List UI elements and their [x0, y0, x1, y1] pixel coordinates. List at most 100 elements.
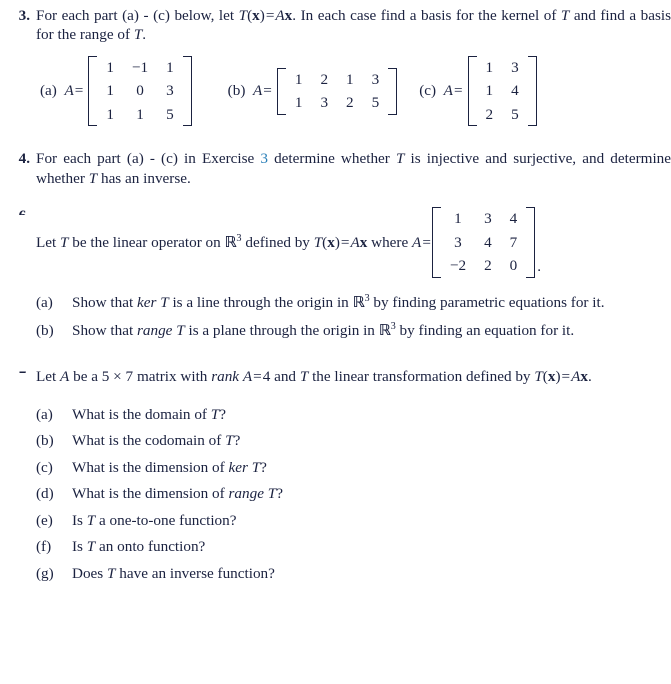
matrix-cell: 1 — [485, 58, 494, 76]
matrix-row: 3 47 — [441, 231, 526, 254]
text: ? — [219, 405, 226, 423]
matrix-a-name: A — [64, 82, 74, 100]
text: Is — [72, 511, 87, 529]
text: the linear transformation defined by — [308, 368, 535, 386]
problem-3-statement: For each part (a) - (c) below, let T(x)=… — [36, 6, 671, 45]
matrix-cell: 0 — [136, 82, 144, 100]
equals-sign: = — [74, 82, 84, 100]
matrix-row: 14 — [477, 79, 528, 102]
subitem-label: (b) — [36, 432, 54, 450]
problem-3-matrices: (a) A= 1 −1 1 103 115 (b) A= 1 2 1 3 1 3… — [36, 55, 671, 127]
matrix-cell: 7 — [509, 233, 518, 251]
text: is a line through the origin in — [168, 293, 353, 311]
bracket-left — [88, 55, 98, 127]
matrix-b-label: (b) — [227, 82, 246, 100]
text: a one-to-one function? — [95, 511, 237, 529]
matrix-row: 1213 — [286, 68, 388, 91]
text: defined by — [241, 233, 314, 251]
text: be the linear operator on — [68, 233, 225, 251]
text: has an inverse. — [97, 169, 191, 187]
matrix-cell: 3 — [484, 210, 492, 228]
problem-7-subitem-g: (g) Does T have an inverse function? — [36, 564, 671, 583]
matrix-cell: 1 — [294, 70, 303, 88]
text: be a 5 × 7 matrix with — [69, 368, 212, 386]
subitem-label: (f) — [36, 538, 52, 556]
trailing-period: . — [537, 258, 542, 276]
text: What is the codomain of — [72, 432, 226, 450]
exercise-reference-link[interactable]: 3 — [260, 150, 268, 167]
text: Let — [36, 233, 61, 251]
math-A-2: A — [242, 368, 253, 386]
math-rank: rank — [211, 368, 240, 386]
math-A: A — [350, 233, 360, 251]
problem-6: 6. Let T be the linear operator on ℝ 3 de… — [0, 206, 671, 340]
problem-6-subitems: (a) Show that ker T is a line through th… — [36, 293, 671, 341]
matrix-cell: 4 — [511, 82, 519, 100]
equals-sign: = — [340, 233, 350, 251]
math-x-vector-2: x — [580, 368, 588, 386]
text: Let — [36, 368, 61, 386]
subitem-label: (a) — [36, 405, 53, 423]
problem-6-statement-row: Let T be the linear operator on ℝ 3 defin… — [36, 206, 671, 278]
problem-4: 4. For each part (a) - (c) in Exercise 3… — [0, 149, 671, 188]
text: ? — [260, 458, 267, 476]
text: ? — [276, 485, 283, 503]
math-T: T — [251, 458, 261, 476]
problem-6-statement-text: Let T be the linear operator on ℝ3 defin… — [36, 233, 432, 252]
math-A-2: A — [412, 233, 422, 251]
math-T-2: T — [88, 169, 98, 187]
text: For each part (a) - (c) in Exercise — [36, 150, 261, 168]
matrix-row: −2 2 0 — [441, 254, 526, 277]
bracket-left — [431, 207, 441, 278]
text: Is — [72, 538, 87, 556]
matrix-row: 1 1 5 — [97, 103, 182, 126]
problem-6-body: Let T be the linear operator on ℝ 3 defin… — [36, 206, 671, 340]
math-x-vector: x — [327, 233, 335, 251]
matrix-cell: −2 — [449, 257, 467, 275]
text: have an inverse function? — [115, 564, 275, 582]
math-ker: ker — [228, 458, 248, 476]
math-ker: ker — [136, 293, 157, 311]
text: . — [142, 26, 147, 44]
matrix-cell: 2 — [320, 70, 329, 88]
equals-sign: = — [265, 7, 275, 24]
matrix-row: 1 34 — [441, 207, 526, 230]
subitem-label: (c) — [36, 458, 53, 476]
bracket-right — [388, 67, 398, 115]
text: Show that — [72, 321, 137, 339]
bracket-right — [526, 207, 536, 278]
problem-3: 3. For each part (a) - (c) below, let T(… — [0, 6, 671, 127]
subitem-text: Is T an onto function? — [72, 538, 205, 555]
subitem-text: Show that ker T is a line through the or… — [72, 293, 671, 312]
matrix-cell: 4 — [509, 210, 518, 228]
equals-sign: = — [422, 233, 431, 251]
bracket-right — [182, 55, 192, 127]
subitem-text: Show that range T is a plane through the… — [72, 321, 671, 340]
math-T: T — [160, 293, 169, 311]
math-T: T — [225, 432, 234, 450]
matrix-cell: 2 — [485, 105, 494, 123]
matrix-cell: 3 — [371, 70, 380, 88]
math-range: range — [136, 321, 173, 339]
matrix-c-name: A — [443, 82, 453, 100]
problem-6-subitem-a: (a) Show that ker T is a line through th… — [36, 293, 671, 312]
math-T: T — [238, 7, 248, 24]
matrix-b-group: (b) A= 1213 1325 — [228, 67, 398, 116]
matrix-cell: 1 — [106, 58, 114, 76]
problem-7-statement: Let A be a 5 × 7 matrix with rank A=4 an… — [36, 367, 671, 386]
matrix-cell: 1 — [294, 94, 303, 112]
matrix-c-cells: 13 14 25 — [477, 56, 528, 126]
matrix-row: 1325 — [286, 91, 388, 114]
problem-7-subitem-e: (e) Is T a one-to-one function? — [36, 511, 671, 530]
problem-3-body: For each part (a) - (c) below, let T(x)=… — [36, 6, 671, 127]
subitem-text: What is the codomain of T? — [72, 432, 240, 449]
matrix-cell: 2 — [484, 257, 492, 275]
subitem-text: What is the domain of T? — [72, 406, 226, 423]
problem-7-subitem-d: (d) What is the dimension of range T? — [36, 484, 671, 503]
math-T: T — [60, 233, 69, 251]
matrix-cell: 1 — [106, 82, 114, 100]
matrix-cell: −1 — [131, 58, 149, 76]
